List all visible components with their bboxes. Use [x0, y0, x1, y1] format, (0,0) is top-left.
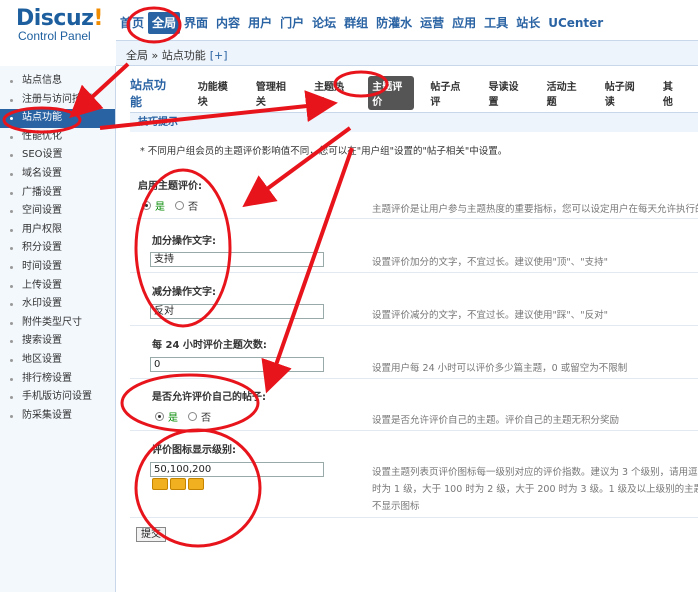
subtract-text-desc: 设置评价减分的文字，不宜过长。建议使用"踩"、"反对": [372, 310, 608, 321]
add-text-label: 加分操作文字:: [152, 236, 216, 247]
enable-rating-radio-group: 是 否: [142, 198, 198, 213]
tab-activity[interactable]: 活动主题: [543, 76, 589, 110]
sidebar-item-mobile[interactable]: 手机版访问设置: [0, 388, 115, 407]
sidebar-item-seo[interactable]: SEO设置: [0, 146, 115, 165]
tab-guide[interactable]: 导读设置: [484, 76, 530, 110]
topnav-webmaster[interactable]: 站长: [512, 12, 544, 34]
sidebar-item-region[interactable]: 地区设置: [0, 351, 115, 370]
sidebar-item-user-permissions[interactable]: 用户权限: [0, 221, 115, 240]
sidebar-item-search[interactable]: 搜索设置: [0, 332, 115, 351]
icon-level-label: 评价图标显示级别:: [152, 445, 236, 456]
rate-self-yes-label: 是: [168, 413, 178, 424]
icon-level-input[interactable]: 50,100,200: [150, 462, 324, 477]
add-shortcut-button[interactable]: [+]: [210, 49, 228, 62]
submit-button[interactable]: 提交: [136, 527, 166, 542]
breadcrumb-bar: 全局 » 站点功能 [+]: [116, 40, 698, 66]
rate-self-no-label: 否: [201, 413, 211, 424]
topnav-ucenter[interactable]: UCenter: [544, 12, 607, 34]
logo-bang: !: [93, 6, 103, 31]
enable-rating-no-radio[interactable]: [175, 201, 184, 210]
tips-header: 技巧提示: [130, 112, 698, 132]
sidebar-item-ranking[interactable]: 排行榜设置: [0, 370, 115, 389]
tab-thread-rating[interactable]: 主题评价: [368, 76, 415, 110]
tab-thread-heat[interactable]: 主题热度: [310, 76, 356, 110]
section-title: 站点功能: [130, 78, 167, 109]
top-navigation: 首页 全局 界面 内容 用户 门户 论坛 群组 防灌水 运营 应用 工具 站长 …: [116, 12, 607, 34]
add-text-desc: 设置评价加分的文字，不宜过长。建议使用"顶"、"支持": [372, 257, 608, 268]
divider: [130, 218, 698, 219]
rating-level-1-icon: [152, 478, 168, 490]
enable-rating-yes-radio[interactable]: [142, 201, 151, 210]
enable-rating-label: 启用主题评价:: [138, 181, 202, 192]
sidebar-item-space[interactable]: 空间设置: [0, 202, 115, 221]
sidebar-item-upload[interactable]: 上传设置: [0, 277, 115, 296]
divider: [130, 378, 698, 379]
rating-level-3-icon: [188, 478, 204, 490]
sidebar: 站点信息 注册与访问控制 站点功能 性能优化 SEO设置 域名设置 广播设置 空…: [0, 66, 116, 592]
sidebar-item-time[interactable]: 时间设置: [0, 258, 115, 277]
icon-level-desc-1: 设置主题列表页评价图标每一级别对应的评价指数。建议为 3 个级别，请用逗号分: [372, 467, 698, 478]
logo-text: Discuz: [16, 6, 94, 31]
divider: [130, 430, 698, 431]
breadcrumb: 全局 » 站点功能 [+]: [126, 47, 228, 63]
tab-other[interactable]: 其他: [659, 76, 686, 110]
logo-subtitle: Control Panel: [18, 29, 91, 43]
tab-post-comment[interactable]: 帖子点评: [426, 76, 472, 110]
subtract-text-input[interactable]: 反对: [150, 304, 324, 319]
topnav-antispam[interactable]: 防灌水: [372, 12, 416, 34]
enable-rating-no-label: 否: [188, 202, 198, 213]
feature-tabs: 站点功能 功能模块 管理相关 主题热度 主题评价 帖子点评 导读设置 活动主题 …: [130, 76, 698, 110]
daily-count-desc: 设置用户每 24 小时可以评价多少篇主题，0 或留空为不限制: [372, 363, 628, 374]
topnav-users[interactable]: 用户: [244, 12, 276, 34]
tab-management[interactable]: 管理相关: [252, 76, 298, 110]
sidebar-item-site-features[interactable]: 站点功能: [0, 109, 115, 128]
sidebar-item-domain[interactable]: 域名设置: [0, 165, 115, 184]
sidebar-item-anti-scrape[interactable]: 防采集设置: [0, 407, 115, 426]
sidebar-item-site-info[interactable]: 站点信息: [0, 72, 115, 91]
sidebar-item-broadcast[interactable]: 广播设置: [0, 184, 115, 203]
discuz-logo: Discuz! Control Panel: [16, 6, 103, 43]
header: Discuz! Control Panel 首页 全局 界面 内容 用户 门户 …: [0, 0, 698, 43]
topnav-groups[interactable]: 群组: [340, 12, 372, 34]
enable-rating-desc: 主题评价是让用户参与主题热度的重要指标，您可以设定用户在每天允许执行的评价: [372, 204, 698, 215]
topnav-tools[interactable]: 工具: [480, 12, 512, 34]
topnav-apps[interactable]: 应用: [448, 12, 480, 34]
rate-self-radio-group: 是 否: [155, 409, 211, 424]
rating-level-2-icon: [170, 478, 186, 490]
topnav-content[interactable]: 内容: [212, 12, 244, 34]
rate-self-no-radio[interactable]: [188, 412, 197, 421]
topnav-forum[interactable]: 论坛: [308, 12, 340, 34]
topnav-home[interactable]: 首页: [116, 12, 148, 34]
divider: [130, 325, 698, 326]
sidebar-item-register-access[interactable]: 注册与访问控制: [0, 91, 115, 110]
icon-level-desc-3: 不显示图标: [372, 501, 420, 512]
rate-self-desc: 设置是否允许评价自己的主题。评价自己的主题无积分奖励: [372, 415, 620, 426]
daily-count-input[interactable]: 0: [150, 357, 324, 372]
topnav-interface[interactable]: 界面: [180, 12, 212, 34]
topnav-operations[interactable]: 运营: [416, 12, 448, 34]
divider: [130, 517, 698, 518]
subtract-text-label: 减分操作文字:: [152, 287, 216, 298]
enable-rating-yes-label: 是: [155, 202, 165, 213]
sidebar-item-watermark[interactable]: 水印设置: [0, 295, 115, 314]
rating-icons: [152, 478, 206, 490]
divider: [130, 272, 698, 273]
topnav-portal[interactable]: 门户: [276, 12, 308, 34]
sidebar-item-performance[interactable]: 性能优化: [0, 128, 115, 147]
tab-modules[interactable]: 功能模块: [194, 76, 240, 110]
tip-text: * 不同用户组会员的主题评价影响值不同，您可以在"用户组"设置的"帖子相关"中设…: [140, 146, 508, 157]
tab-post-reading[interactable]: 帖子阅读: [601, 76, 647, 110]
add-text-input[interactable]: 支持: [150, 252, 324, 267]
topnav-global[interactable]: 全局: [148, 12, 181, 34]
breadcrumb-text: 全局 » 站点功能: [126, 49, 206, 62]
rate-self-label: 是否允许评价自己的帖子:: [152, 392, 266, 403]
icon-level-desc-2: 时为 1 级，大于 100 时为 2 级，大于 200 时为 3 级。1 级及以…: [372, 484, 698, 495]
daily-count-label: 每 24 小时评价主题次数:: [152, 340, 267, 351]
sidebar-item-attachment-types[interactable]: 附件类型尺寸: [0, 314, 115, 333]
sidebar-item-credits[interactable]: 积分设置: [0, 239, 115, 258]
rate-self-yes-radio[interactable]: [155, 412, 164, 421]
